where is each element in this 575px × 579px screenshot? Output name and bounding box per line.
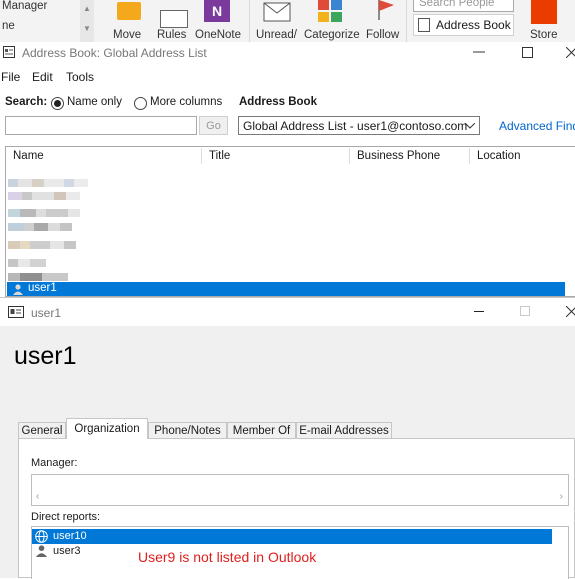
list-item[interactable] xyxy=(8,270,68,278)
chevron-down-icon xyxy=(465,123,475,129)
flag-icon[interactable] xyxy=(376,0,396,20)
minimize-icon[interactable] xyxy=(474,311,484,312)
address-book-window: Address Book: Global Address List File E… xyxy=(0,42,575,297)
menu-file[interactable]: File xyxy=(1,70,20,84)
tab-member-of[interactable]: Member Of xyxy=(227,422,296,438)
user-icon xyxy=(13,284,23,295)
address-book-icon xyxy=(3,46,15,58)
search-input[interactable] xyxy=(5,116,197,135)
scroll-left-icon[interactable]: ‹ xyxy=(36,491,39,502)
follow-button[interactable]: Follow xyxy=(366,29,399,41)
manager-label: Manager: xyxy=(31,457,77,469)
column-header-title[interactable]: Title xyxy=(202,148,350,164)
radio-name-only[interactable] xyxy=(51,97,64,110)
address-book-icon xyxy=(418,18,430,32)
scroll-right-icon[interactable]: › xyxy=(560,491,563,502)
envelope-icon[interactable] xyxy=(263,2,291,22)
contact-properties-window: user1 user1 Manager: ‹ › Direct reports:… xyxy=(0,297,575,578)
properties-title: user1 xyxy=(31,306,61,320)
ribbon-scroll[interactable]: ▲ ▼ xyxy=(80,0,94,42)
tab-general[interactable]: General xyxy=(18,422,66,438)
scroll-down-icon: ▼ xyxy=(83,24,91,33)
address-book-button[interactable]: Address Book xyxy=(413,14,514,36)
tab-panel-organization: Manager: ‹ › Direct reports: user10 user… xyxy=(18,438,575,578)
table-row-selected[interactable]: user1 xyxy=(7,282,565,296)
maximize-icon[interactable] xyxy=(518,44,536,60)
rules-button[interactable]: Rules xyxy=(157,29,186,41)
ribbon-left-item[interactable]: ne xyxy=(2,20,15,32)
advanced-find-link[interactable]: Advanced Find xyxy=(499,119,575,133)
window-title: Address Book: Global Address List xyxy=(22,46,207,60)
column-header-business-phone[interactable]: Business Phone xyxy=(350,148,470,164)
radio-more-columns[interactable] xyxy=(134,97,147,110)
direct-reports-list[interactable]: user10 user3 User9 is not listed in Outl… xyxy=(31,526,569,579)
address-book-select-value: Global Address List - user1@contoso.com xyxy=(243,119,467,133)
move-button[interactable]: Move xyxy=(113,29,141,41)
store-icon[interactable] xyxy=(531,0,557,24)
list-item[interactable] xyxy=(8,176,88,184)
outlook-ribbon: Manager ne ▲ ▼ Move Rules N OneNote Unre… xyxy=(0,0,575,42)
manager-field[interactable]: ‹ › xyxy=(31,474,569,506)
tab-phone-notes[interactable]: Phone/Notes xyxy=(148,422,227,438)
list-item[interactable] xyxy=(8,220,72,228)
direct-reports-label: Direct reports: xyxy=(31,511,100,523)
window-titlebar: Address Book: Global Address List xyxy=(0,42,575,64)
address-book-select[interactable]: Global Address List - user1@contoso.com xyxy=(238,116,480,135)
categorize-button[interactable]: Categorize xyxy=(304,29,360,41)
selected-row-name: user1 xyxy=(28,282,57,294)
contact-card-icon xyxy=(8,306,24,318)
list-item[interactable] xyxy=(8,189,80,197)
radio-name-only-label[interactable]: Name only xyxy=(67,96,122,108)
unread-button[interactable]: Unread/ xyxy=(256,29,297,41)
menu-tools[interactable]: Tools xyxy=(66,70,94,84)
list-item[interactable] xyxy=(8,256,46,264)
search-people-input[interactable]: Search People xyxy=(413,0,514,12)
list-item[interactable] xyxy=(8,206,80,214)
list-item-selected[interactable]: user10 xyxy=(32,529,552,544)
properties-titlebar: user1 xyxy=(0,298,575,326)
radio-more-columns-label[interactable]: More columns xyxy=(150,96,222,108)
column-header-location[interactable]: Location xyxy=(470,148,575,164)
ribbon-left-item[interactable]: Manager xyxy=(2,0,47,12)
close-icon[interactable] xyxy=(566,306,575,320)
contact-heading: user1 xyxy=(14,342,77,371)
user-icon xyxy=(36,545,47,557)
search-label: Search: xyxy=(5,96,47,108)
address-book-label: Address Book xyxy=(436,18,511,32)
contacts-list[interactable] xyxy=(5,146,575,297)
tab-email-addresses[interactable]: E-mail Addresses xyxy=(296,422,392,438)
direct-report-name: user10 xyxy=(53,530,87,542)
onenote-button[interactable]: OneNote xyxy=(195,29,241,41)
go-button[interactable]: Go xyxy=(199,116,228,135)
column-header-name[interactable]: Name xyxy=(6,148,202,164)
minimize-icon[interactable] xyxy=(470,44,488,60)
maximize-icon[interactable] xyxy=(520,306,530,316)
list-item[interactable] xyxy=(8,238,76,246)
onenote-icon[interactable]: N xyxy=(204,0,230,22)
globe-icon xyxy=(35,530,48,543)
menu-edit[interactable]: Edit xyxy=(32,70,53,84)
direct-report-name: user3 xyxy=(53,545,81,557)
store-button[interactable]: Store xyxy=(530,29,558,41)
address-book-dropdown-label: Address Book xyxy=(239,96,317,108)
scroll-up-icon: ▲ xyxy=(83,4,91,13)
move-icon[interactable] xyxy=(117,2,141,20)
close-icon[interactable] xyxy=(562,44,575,60)
annotation-note: User9 is not listed in Outlook xyxy=(138,549,316,565)
tab-organization[interactable]: Organization xyxy=(66,418,148,439)
categorize-icon[interactable] xyxy=(318,0,342,22)
rules-icon[interactable] xyxy=(160,10,188,28)
